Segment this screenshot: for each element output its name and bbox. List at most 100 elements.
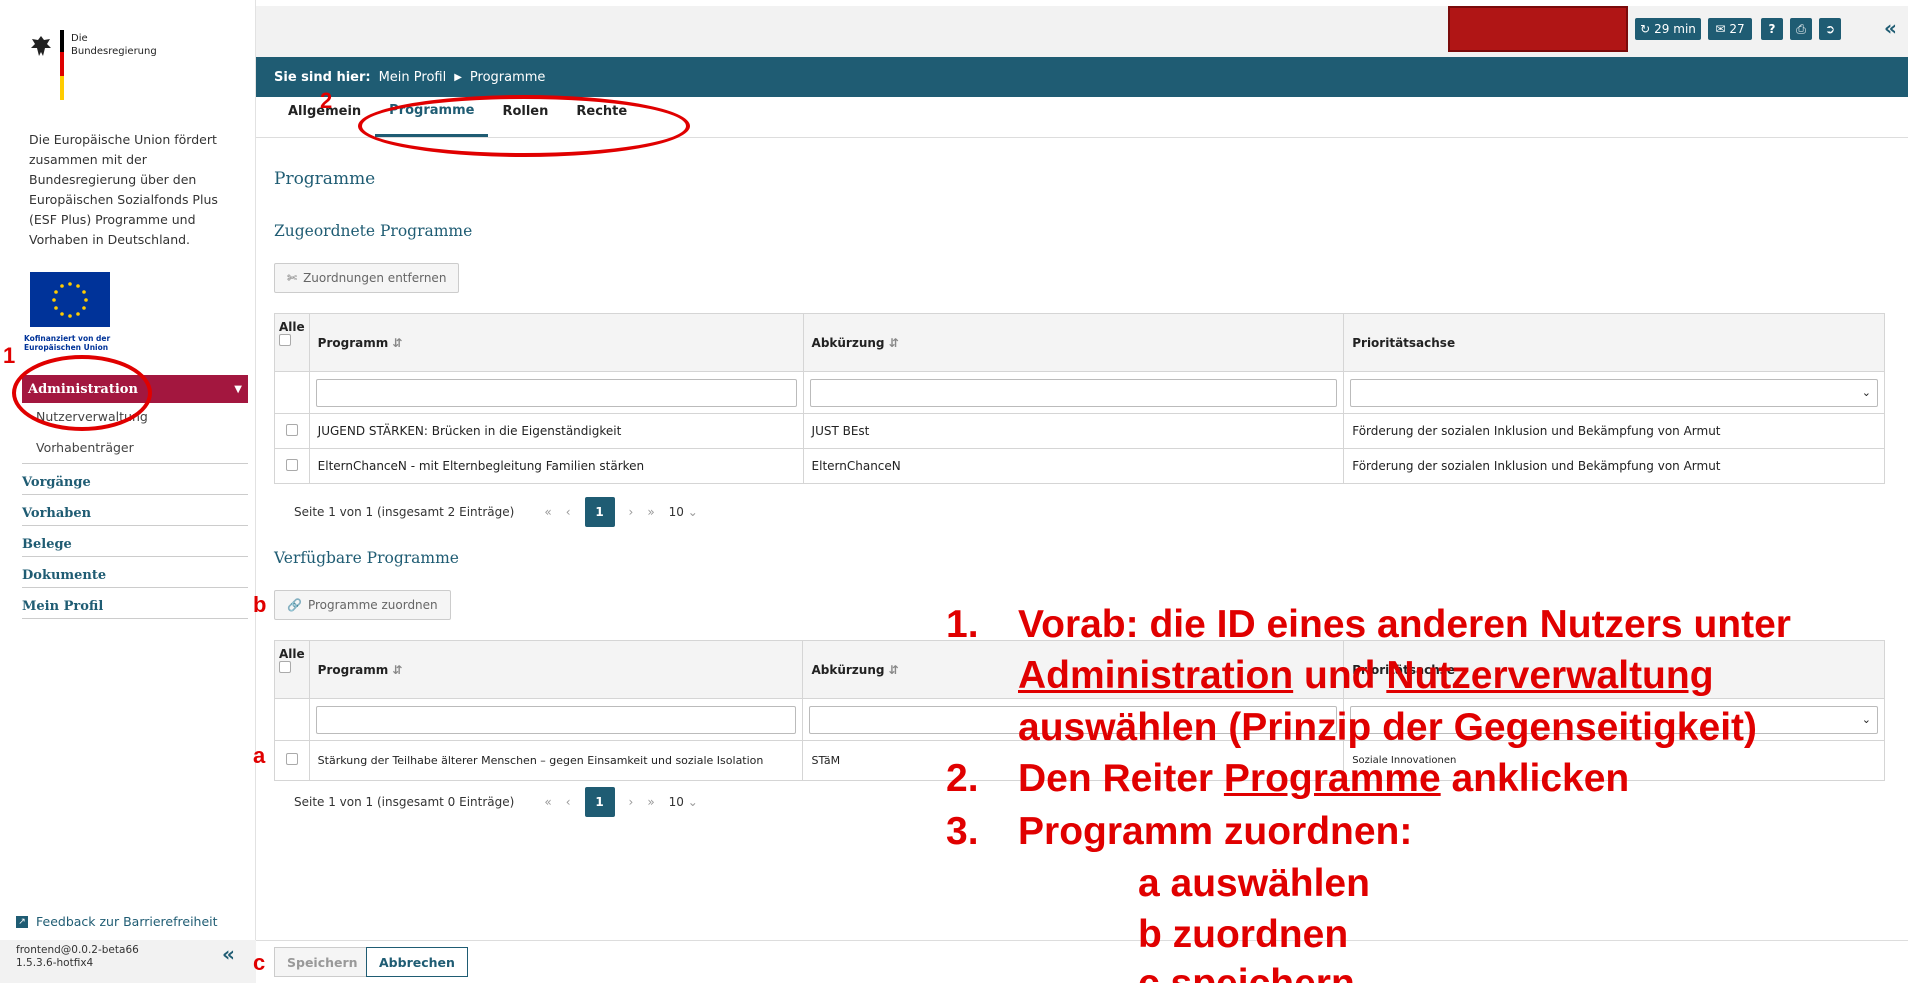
version-box: frontend@0.0.2-beta66 1.5.3.6-hotfix4 « bbox=[0, 940, 256, 983]
page-size-select[interactable]: 10 ⌄ bbox=[669, 505, 698, 519]
redacted-user-block bbox=[1448, 6, 1628, 52]
assign-programs-button[interactable]: 🔗 Programme zuordnen bbox=[274, 590, 451, 620]
cell-abk: ElternChanceN bbox=[802, 448, 1345, 484]
breadcrumb-mein-profil[interactable]: Mein Profil bbox=[379, 70, 447, 85]
cell-achse: Förderung der sozialen Inklusion und Bek… bbox=[1343, 448, 1885, 484]
menu-belege[interactable]: Belege bbox=[22, 537, 248, 557]
menu-dokumente[interactable]: Dokumente bbox=[22, 568, 248, 588]
step1-line3: auswählen (Prinzip der Gegenseitigkeit) bbox=[1018, 706, 1758, 749]
sort-icon: ⇵ bbox=[888, 662, 899, 677]
column-header-programm[interactable]: Programm ⇵ bbox=[308, 313, 804, 372]
column-header-abkuerzung[interactable]: Abkürzung ⇵ bbox=[802, 313, 1345, 372]
app-root: { "sidebar": { "gov_logo_line1": "Die", … bbox=[0, 0, 1908, 983]
page-size-select[interactable]: 10 ⌄ bbox=[669, 795, 698, 809]
collapse-sidebar-icon[interactable]: « bbox=[222, 944, 235, 964]
next-page-icon[interactable]: › bbox=[629, 795, 634, 809]
assign-programs-label: Programme zuordnen bbox=[307, 598, 438, 612]
step1-line1: Vorab: die ID eines anderen Nutzers unte… bbox=[1018, 603, 1791, 646]
prev-page-icon[interactable]: ‹ bbox=[566, 795, 571, 809]
column-all-label: Alle bbox=[279, 647, 305, 661]
select-all-checkbox[interactable] bbox=[279, 661, 291, 673]
column-abk-label: Abkürzung bbox=[811, 662, 885, 677]
save-button[interactable]: Speichern bbox=[274, 947, 371, 977]
last-page-icon[interactable]: » bbox=[647, 795, 654, 809]
print-button[interactable]: ⎙ bbox=[1790, 18, 1812, 40]
page-number-button[interactable]: 1 bbox=[584, 497, 615, 527]
filter-programm-input[interactable] bbox=[315, 705, 797, 734]
column-header-programm[interactable]: Programm ⇵ bbox=[308, 640, 804, 699]
filter-achse-select[interactable]: ⌄ bbox=[1350, 378, 1878, 407]
row-checkbox[interactable] bbox=[285, 753, 298, 765]
step3-sub-b: b zuordnen bbox=[1138, 913, 1349, 956]
column-header-prioritaetsachse: Prioritätsachse bbox=[1343, 313, 1885, 372]
sort-icon: ⇵ bbox=[392, 662, 403, 677]
cell-abk: JUST BEst bbox=[802, 413, 1345, 449]
help-button[interactable]: ? bbox=[1761, 18, 1783, 40]
top-bar: ↻ 29 min ✉ 27 ? ⎙ ➲ « bbox=[256, 0, 1908, 57]
page-number-button[interactable]: 1 bbox=[584, 787, 615, 817]
breadcrumb-programme[interactable]: Programme bbox=[470, 70, 546, 85]
prev-page-icon[interactable]: ‹ bbox=[566, 505, 571, 519]
available-programs-heading: Verfügbare Programme bbox=[274, 549, 459, 567]
pager-summary: Seite 1 von 1 (insgesamt 0 Einträge) bbox=[294, 795, 515, 809]
menu-vorgaenge[interactable]: Vorgänge bbox=[22, 475, 248, 495]
chevron-down-icon: ⌄ bbox=[687, 795, 698, 809]
annotation-ellipse-tabs bbox=[358, 95, 690, 157]
eagle-icon bbox=[31, 36, 51, 56]
table-row[interactable]: JUGEND STÄRKEN: Brücken in die Eigenstän… bbox=[274, 413, 1885, 449]
eu-caption-line2: Europäischen Union bbox=[24, 343, 109, 352]
assigned-programs-table: Alle Programm ⇵ Abkürzung ⇵ Prioritätsac… bbox=[274, 313, 1885, 484]
step2-line: Den Reiter Programme anklicken bbox=[1018, 753, 1629, 804]
envelope-icon: ✉ bbox=[1715, 22, 1726, 36]
table-row[interactable]: ElternChanceN - mit Elternbegleitung Fam… bbox=[274, 448, 1885, 484]
page-size-value: 10 bbox=[668, 795, 684, 809]
step2-link-programme: Programme bbox=[1223, 757, 1441, 800]
filter-programm-input[interactable] bbox=[315, 378, 797, 407]
cell-programm: JUGEND STÄRKEN: Brücken in die Eigenstän… bbox=[308, 413, 804, 449]
pager-summary: Seite 1 von 1 (insgesamt 2 Einträge) bbox=[294, 505, 515, 519]
menu-mein-profil[interactable]: Mein Profil bbox=[22, 599, 248, 619]
step3-sub-a: a auswählen bbox=[1138, 862, 1370, 905]
external-link-icon: ↗ bbox=[16, 915, 28, 928]
remove-assignments-button[interactable]: ✄ Zuordnungen entfernen bbox=[274, 263, 460, 293]
collapse-header-icon[interactable]: « bbox=[1884, 16, 1897, 40]
annotation-marker-1: 1 bbox=[3, 343, 16, 368]
menu-vorhaben[interactable]: Vorhaben bbox=[22, 506, 248, 526]
chevron-down-icon: ⌄ bbox=[1861, 712, 1871, 726]
footer-action-bar: Speichern Abbrechen bbox=[256, 940, 1908, 983]
cell-achse: Förderung der sozialen Inklusion und Bek… bbox=[1343, 413, 1885, 449]
logout-button[interactable]: ➲ bbox=[1819, 18, 1841, 40]
menu-vorhabentraeger[interactable]: Vorhabenträger bbox=[36, 440, 134, 455]
breadcrumb: Sie sind hier: Mein Profil ▶ Programme bbox=[256, 57, 1908, 97]
first-page-icon[interactable]: « bbox=[544, 795, 551, 809]
step1-line2: Administration und Nutzerverwaltung bbox=[1018, 650, 1714, 701]
eu-caption-line1: Kofinanziert von der bbox=[24, 334, 111, 343]
feedback-label: Feedback zur Barrierefreiheit bbox=[36, 914, 218, 929]
messages-button[interactable]: ✉ 27 bbox=[1708, 18, 1752, 40]
session-timer-button[interactable]: ↻ 29 min bbox=[1635, 18, 1701, 40]
step1-line2-mid: und bbox=[1293, 654, 1387, 697]
row-checkbox[interactable] bbox=[285, 423, 298, 436]
row-checkbox[interactable] bbox=[285, 458, 298, 471]
print-icon: ⎙ bbox=[1796, 21, 1806, 36]
assigned-programs-heading: Zugeordnete Programme bbox=[274, 222, 473, 240]
select-all-checkbox[interactable] bbox=[279, 334, 291, 346]
session-timer-label: 29 min bbox=[1654, 22, 1696, 36]
remove-assignments-label: Zuordnungen entfernen bbox=[303, 271, 447, 285]
next-page-icon[interactable]: › bbox=[629, 505, 634, 519]
annotation-marker-2: 2 bbox=[320, 88, 333, 113]
logout-icon: ➲ bbox=[1824, 22, 1836, 36]
last-page-icon[interactable]: » bbox=[647, 505, 654, 519]
step2-post: anklicken bbox=[1440, 757, 1630, 800]
breadcrumb-prefix: Sie sind hier: bbox=[274, 69, 371, 85]
step3-sub-c: c speichern bbox=[1138, 958, 1355, 983]
first-page-icon[interactable]: « bbox=[544, 505, 551, 519]
annotation-marker-a: a bbox=[253, 743, 266, 768]
feedback-link[interactable]: ↗ Feedback zur Barrierefreiheit bbox=[16, 914, 218, 929]
cancel-button[interactable]: Abbrechen bbox=[366, 947, 468, 977]
question-icon: ? bbox=[1768, 22, 1776, 36]
bundesregierung-logo[interactable]: Die Bundesregierung bbox=[30, 30, 170, 100]
filter-abk-input[interactable] bbox=[809, 378, 1338, 407]
chevron-down-icon: ⌄ bbox=[1861, 385, 1871, 399]
chevron-down-icon: ▼ bbox=[234, 383, 242, 395]
